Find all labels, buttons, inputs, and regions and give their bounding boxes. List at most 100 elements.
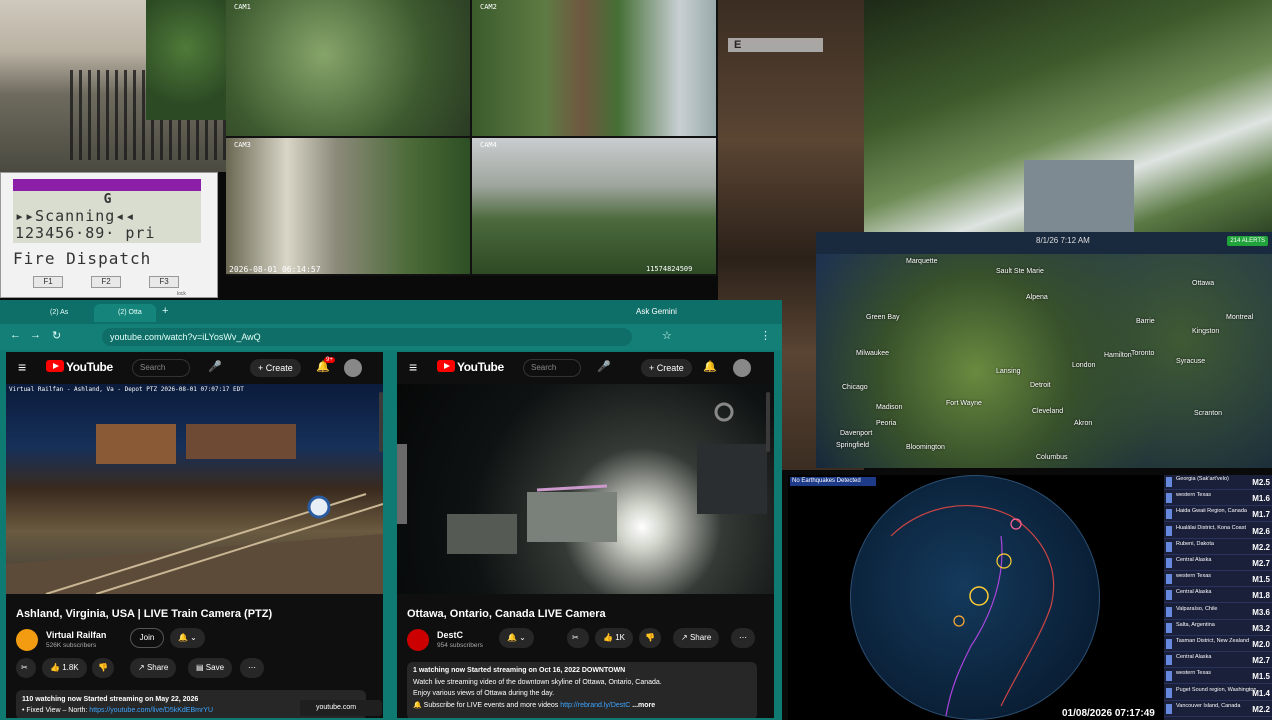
like-button[interactable]: 👍 1K — [595, 628, 633, 648]
desc-link[interactable]: https://youtube.com/live/D5kKdEBmrYU — [89, 707, 213, 714]
link-preview[interactable]: youtube.com — [300, 700, 382, 716]
quake-list-item[interactable]: Vancouver Island, Canada M2.2 — [1164, 702, 1272, 717]
share-button[interactable]: ↗ Share — [130, 658, 177, 678]
avatar[interactable] — [733, 359, 751, 377]
scrollbar[interactable] — [766, 392, 770, 452]
back-icon[interactable]: ← — [10, 329, 21, 341]
quake-list-item[interactable]: Rubeni, Dakota M2.2 — [1164, 540, 1272, 555]
channel-name[interactable]: Virtual Railfan — [46, 630, 106, 640]
radar-alerts-badge[interactable]: 214 ALERTS — [1227, 236, 1268, 246]
star-icon[interactable]: ☆ — [662, 329, 672, 342]
quake-marker — [1166, 687, 1172, 698]
quake-list-item[interactable]: Puget Sound region, Washington M1.4 — [1164, 686, 1272, 701]
create-button[interactable]: + Create — [641, 359, 692, 377]
more-actions-button[interactable]: ⋯ — [731, 628, 755, 648]
radar-time: 8/1/26 7:12 AM — [1036, 236, 1090, 245]
reload-icon[interactable]: ↻ — [52, 329, 61, 342]
dislike-button[interactable]: 👎 — [92, 658, 114, 678]
channel-avatar[interactable] — [16, 629, 38, 651]
ask-gemini-button[interactable]: Ask Gemini — [630, 305, 683, 318]
dislike-button[interactable]: 👎 — [639, 628, 661, 648]
quake-magnitude: M1.6 — [1252, 494, 1270, 504]
subscribe-bell-button[interactable]: 🔔 ⌄ — [499, 628, 534, 648]
share-button[interactable]: ↗ Share — [673, 628, 720, 648]
notification-count: 9+ — [324, 357, 335, 363]
quake-magnitude: M2.2 — [1252, 704, 1270, 714]
earth-globe[interactable] — [850, 475, 1100, 720]
city-label: Ottawa — [1192, 280, 1215, 287]
mic-icon[interactable]: 🎤 — [208, 360, 222, 373]
channel-avatar[interactable] — [407, 629, 429, 651]
scanner-lcd: G ▸▸Scanning◂◂ 123456·89· pri — [13, 191, 201, 243]
security-camera-grid: CAM1 CAM2 CAM3 CAM4 2026-08-01 06:14:57 … — [226, 0, 718, 276]
desc-link[interactable]: http://rebrand.ly/DestC — [560, 702, 630, 709]
browser-window: (2) As (2) Otta + Ask Gemini ← → ↻ youtu… — [0, 300, 782, 720]
cam4-feed: CAM4 — [472, 138, 716, 274]
quake-list-item[interactable]: Georgia (Sak'art'velo) M2.5 — [1164, 475, 1272, 490]
scrollbar[interactable] — [379, 392, 383, 452]
search-input[interactable]: Search — [523, 359, 581, 377]
quake-list-item[interactable]: western Texas M1.5 — [1164, 669, 1272, 685]
video-player[interactable]: Virtual Railfan - Ashland, Va - Depot PT… — [6, 384, 383, 594]
quake-list-item[interactable]: Tasman District, New Zealand M2.0 — [1164, 637, 1272, 652]
url-field[interactable]: youtube.com/watch?v=iLYosWv_AwQ — [102, 328, 632, 346]
quake-list-item[interactable]: Central Alaska M2.7 — [1164, 556, 1272, 571]
quake-list-item[interactable]: Valparaíso, Chile M3.6 — [1164, 605, 1272, 620]
new-tab-icon[interactable]: + — [162, 305, 168, 317]
subscriber-count: 526K subscribers — [46, 642, 97, 649]
video-description[interactable]: 1 watching now Started streaming on Oct … — [407, 662, 757, 718]
bell-icon[interactable]: 🔔 — [703, 360, 717, 373]
quake-list-item[interactable]: Salta, Argentina M3.2 — [1164, 621, 1272, 636]
hamburger-icon[interactable]: ≡ — [409, 359, 417, 375]
menu-icon[interactable]: ⋮ — [760, 329, 771, 342]
scanner-dispatch-label: Fire Dispatch — [13, 249, 152, 268]
join-button[interactable]: Join — [130, 628, 164, 648]
quake-list-item[interactable]: Haida Gwaii Region, Canada M1.7 — [1164, 507, 1272, 523]
video-player[interactable] — [397, 384, 774, 594]
plate-boundaries — [890, 505, 1055, 717]
hamburger-icon[interactable]: ≡ — [18, 359, 26, 375]
rail-scene — [6, 424, 383, 594]
quake-marker — [1166, 493, 1172, 504]
channel-name[interactable]: DestC — [437, 630, 463, 640]
quake-marker — [1166, 639, 1172, 649]
quake-list-item[interactable]: Central Alaska M2.7 — [1164, 653, 1272, 669]
city-label: London — [1072, 362, 1096, 369]
clip-icon[interactable]: ✂ — [567, 628, 589, 648]
radar-map-area[interactable]: Marquette Sault Ste Marie Ottawa Green B… — [816, 254, 1272, 468]
quake-marker — [1166, 703, 1172, 714]
quake-marker — [1166, 606, 1172, 617]
scanner-f2-button[interactable]: F2 — [91, 276, 121, 288]
forward-icon[interactable]: → — [30, 329, 41, 341]
youtube-logo[interactable]: YouTube — [46, 360, 113, 374]
clip-icon[interactable]: ✂ — [16, 658, 36, 678]
video-title: Ashland, Virginia, USA | LIVE Train Came… — [16, 608, 273, 620]
scanner-f1-button[interactable]: F1 — [33, 276, 63, 288]
yt-header: ≡ YouTube Search 🎤 + Create 🔔 9+ — [6, 352, 383, 384]
quake-list-item[interactable]: Central Alaska M1.8 — [1164, 588, 1272, 604]
quake-marker — [1166, 477, 1172, 487]
avatar[interactable] — [344, 359, 362, 377]
scanner-f3-button[interactable]: F3 — [149, 276, 179, 288]
subscribe-bell-button[interactable]: 🔔 ⌄ — [170, 628, 205, 648]
save-button[interactable]: ▤ Save — [188, 658, 233, 678]
youtube-pane-ottawa: ≡ YouTube Search 🎤 + Create 🔔 Ottawa, On… — [397, 352, 774, 718]
quake-list-item[interactable]: Hualālai District, Kona Coast M2.6 — [1164, 524, 1272, 539]
tab-ashland[interactable]: (2) As — [26, 304, 96, 322]
more-link[interactable]: ...more — [630, 702, 655, 709]
cam3-label: CAM3 — [234, 141, 251, 149]
city-label: Syracuse — [1176, 358, 1206, 365]
city-label: Sault Ste Marie — [996, 268, 1044, 275]
search-input[interactable]: Search — [132, 359, 190, 377]
mic-icon[interactable]: 🎤 — [597, 360, 611, 373]
like-button[interactable]: 👍 1.8K — [42, 658, 87, 678]
forest-house — [1024, 160, 1134, 232]
quake-list-item[interactable]: western Texas M1.6 — [1164, 491, 1272, 507]
more-actions-button[interactable]: ⋯ — [240, 658, 264, 678]
quake-list-item[interactable]: western Texas M1.5 — [1164, 572, 1272, 588]
quake-marker — [1166, 622, 1172, 633]
create-button[interactable]: + Create — [250, 359, 301, 377]
city-label: Davenport — [840, 430, 873, 437]
tab-ottawa[interactable]: (2) Otta — [94, 304, 156, 322]
youtube-logo[interactable]: YouTube — [437, 360, 504, 374]
